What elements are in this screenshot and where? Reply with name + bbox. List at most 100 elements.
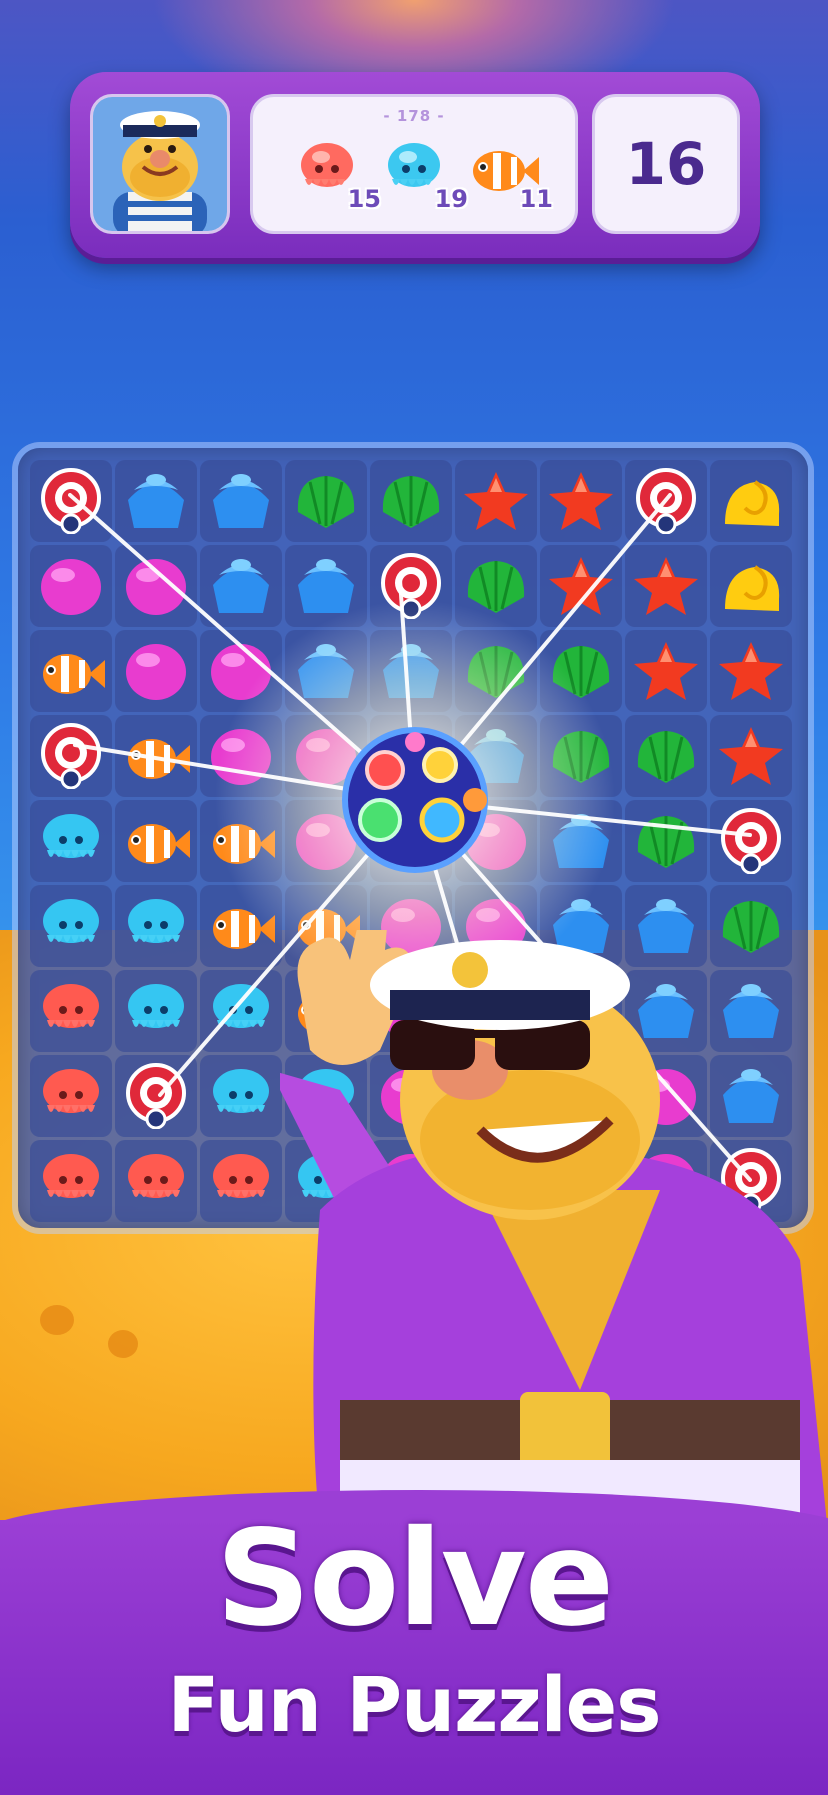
board-cell[interactable]	[710, 630, 792, 712]
board-cell[interactable]	[30, 1140, 112, 1222]
paw-print-decoration	[40, 1305, 74, 1335]
board-cell[interactable]	[200, 630, 282, 712]
board-cell[interactable]	[625, 630, 707, 712]
color-bomb-booster[interactable]	[330, 720, 500, 880]
board-cell[interactable]	[200, 970, 282, 1052]
board-cell[interactable]	[200, 1140, 282, 1222]
red-jellyfish-piece-icon	[35, 1148, 107, 1214]
board-cell[interactable]	[115, 885, 197, 967]
board-cell[interactable]	[200, 545, 282, 627]
board-cell[interactable]	[115, 970, 197, 1052]
board-cell[interactable]	[115, 800, 197, 882]
top-hud: - 178 - 15 19 11 16	[70, 72, 760, 258]
board-cell[interactable]	[540, 800, 622, 882]
snail-shell-piece-icon	[715, 468, 787, 534]
board-cell[interactable]	[115, 460, 197, 542]
board-cell[interactable]	[540, 545, 622, 627]
board-cell[interactable]	[200, 715, 282, 797]
shell-piece-icon	[545, 638, 617, 704]
board-cell[interactable]	[540, 715, 622, 797]
board-cell[interactable]	[115, 630, 197, 712]
clownfish-piece-icon	[205, 808, 277, 874]
starfish-piece-icon	[715, 723, 787, 789]
board-cell[interactable]	[370, 545, 452, 627]
goal-count: 11	[519, 185, 553, 213]
board-cell[interactable]	[710, 460, 792, 542]
moves-left: 16	[625, 130, 707, 198]
clownfish-piece-icon	[120, 808, 192, 874]
board-cell[interactable]	[625, 800, 707, 882]
board-cell[interactable]	[115, 545, 197, 627]
shell-piece-icon	[460, 553, 532, 619]
clownfish-piece-icon	[205, 893, 277, 959]
board-cell[interactable]	[200, 885, 282, 967]
board-cell[interactable]	[710, 800, 792, 882]
board-cell[interactable]	[30, 460, 112, 542]
blue-jellyfish-piece-icon	[205, 1063, 277, 1129]
board-cell[interactable]	[30, 545, 112, 627]
pink-orb-piece-icon	[120, 638, 192, 704]
pink-orb-piece-icon	[205, 638, 277, 704]
fishing-lure-booster-icon	[35, 468, 107, 535]
paw-print-decoration	[108, 1330, 138, 1358]
board-cell[interactable]	[30, 630, 112, 712]
cupcake-piece-icon	[205, 468, 277, 534]
blue-jellyfish-piece-icon	[35, 893, 107, 959]
board-cell[interactable]	[540, 630, 622, 712]
cupcake-piece-icon	[290, 638, 362, 704]
shell-piece-icon	[290, 468, 362, 534]
board-cell[interactable]	[285, 630, 367, 712]
game-scene: - 178 - 15 19 11 16 Solve Fun Puzzles	[0, 0, 828, 1795]
rainbow-ball-icon	[342, 727, 488, 873]
subheadline: Fun Puzzles	[167, 1660, 662, 1749]
blue-jellyfish-piece-icon	[35, 808, 107, 874]
shell-piece-icon	[630, 723, 702, 789]
shell-piece-icon	[460, 638, 532, 704]
cupcake-piece-icon	[290, 553, 362, 619]
board-cell[interactable]	[710, 545, 792, 627]
starfish-piece-icon	[630, 638, 702, 704]
board-cell[interactable]	[370, 630, 452, 712]
moves-counter: 16	[592, 94, 740, 234]
board-cell[interactable]	[200, 1055, 282, 1137]
blue-jellyfish-piece-icon	[205, 978, 277, 1044]
board-cell[interactable]	[200, 800, 282, 882]
cupcake-piece-icon	[545, 808, 617, 874]
fishing-lure-booster-icon	[630, 468, 702, 535]
red-jellyfish-piece-icon	[205, 1148, 277, 1214]
board-cell[interactable]	[30, 970, 112, 1052]
red-jellyfish-piece-icon	[120, 1148, 192, 1214]
board-cell[interactable]	[455, 545, 537, 627]
board-cell[interactable]	[625, 460, 707, 542]
board-cell[interactable]	[115, 715, 197, 797]
board-cell[interactable]	[455, 460, 537, 542]
captain-avatar[interactable]	[90, 94, 230, 234]
pink-orb-piece-icon	[205, 723, 277, 789]
board-cell[interactable]	[115, 1055, 197, 1137]
goal-red-jellyfish: 15	[291, 133, 383, 223]
board-cell[interactable]	[30, 885, 112, 967]
shell-piece-icon	[375, 468, 447, 534]
board-cell[interactable]	[30, 800, 112, 882]
red-jellyfish-piece-icon	[35, 978, 107, 1044]
fishing-lure-booster-icon	[120, 1063, 192, 1130]
board-cell[interactable]	[200, 460, 282, 542]
headline: Solve	[215, 1502, 615, 1656]
board-cell[interactable]	[115, 1140, 197, 1222]
board-cell[interactable]	[540, 460, 622, 542]
board-cell[interactable]	[30, 715, 112, 797]
shell-piece-icon	[630, 808, 702, 874]
blue-jellyfish-piece-icon	[120, 978, 192, 1044]
score-target: - 178 -	[383, 107, 445, 125]
board-cell[interactable]	[625, 545, 707, 627]
fishing-lure-booster-icon	[375, 553, 447, 620]
board-cell[interactable]	[710, 715, 792, 797]
snail-shell-piece-icon	[715, 553, 787, 619]
board-cell[interactable]	[285, 545, 367, 627]
board-cell[interactable]	[625, 715, 707, 797]
board-cell[interactable]	[370, 460, 452, 542]
goal-clownfish: 11	[463, 133, 555, 223]
board-cell[interactable]	[285, 460, 367, 542]
board-cell[interactable]	[455, 630, 537, 712]
board-cell[interactable]	[30, 1055, 112, 1137]
